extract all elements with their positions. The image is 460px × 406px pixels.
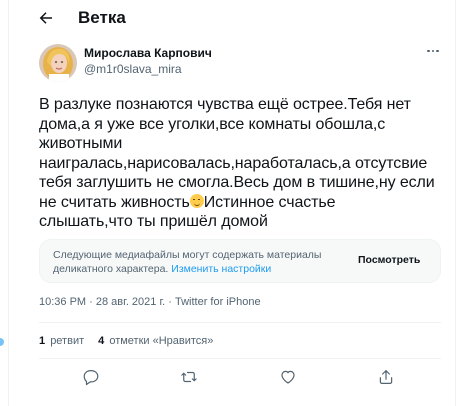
tweet-line: В разлуке познаются чувства ещё острее.Т… [39, 96, 411, 113]
tweet-text: В разлуке познаются чувства ещё острее.Т… [39, 95, 447, 232]
retweets-stat[interactable]: 1 ретвит [39, 335, 84, 347]
tweet-line-part: не считать живность [39, 193, 190, 211]
sensitive-text-line2: деликатного характера. [53, 263, 169, 275]
author-name[interactable]: Мирослава Карпович [84, 46, 212, 60]
tweet-line: слышать,что ты пришёл домой [39, 213, 268, 230]
sensitive-text-line1: Следующие медиафайлы могут содержать мат… [53, 249, 322, 261]
tweet-line-with-emoji: не считать живность Истинное счастье [39, 193, 447, 213]
share-icon[interactable] [377, 368, 397, 388]
sensitive-media-warning: Следующие медиафайлы могут содержать мат… [39, 239, 441, 283]
more-dot [427, 49, 430, 53]
more-options-icon[interactable] [427, 46, 441, 56]
sensitive-warning-text: Следующие медиафайлы могут содержать мат… [53, 248, 353, 276]
likes-count: 4 [98, 335, 105, 347]
tweet-line: животными [39, 135, 123, 152]
author-handle[interactable]: @m1r0slava_mira [84, 62, 182, 76]
arrow-left-icon[interactable] [37, 9, 55, 27]
column-border-left [8, 0, 9, 406]
tweet-line: наигралась,нарисовалась,наработалась,а о… [39, 154, 428, 172]
tweet-line-part: Истинное счастье [203, 193, 336, 211]
change-settings-link[interactable]: Изменить настройки [171, 263, 271, 275]
like-icon[interactable] [279, 368, 299, 388]
relieved-face-emoji-icon [189, 193, 204, 208]
meta-separator: · [89, 296, 93, 308]
meta-separator: · [168, 296, 172, 308]
retweets-label: ретвит [50, 335, 85, 347]
tweet-source[interactable]: Twitter for iPhone [175, 296, 261, 308]
tweet-time[interactable]: 10:36 PM [39, 296, 86, 308]
divider [39, 322, 441, 323]
retweets-count: 1 [39, 335, 46, 347]
view-media-button[interactable]: Посмотреть [358, 254, 420, 266]
tweet-date[interactable]: 28 авг. 2021 г. [96, 296, 165, 308]
tweet-stats: 1 ретвит 4 отметки «Нравится» [39, 335, 213, 347]
likes-label: отметки «Нравится» [109, 335, 214, 347]
thread-header: Ветка [9, 0, 455, 36]
retweet-icon[interactable] [180, 368, 200, 388]
divider [39, 358, 441, 359]
tweet-line: дома,а я уже все уголки,все комнаты обош… [39, 115, 386, 133]
more-dot [431, 49, 434, 53]
tweet-meta: 10:36 PM · 28 авг. 2021 г. · Twitter for… [39, 296, 261, 308]
more-dot [436, 49, 439, 53]
tweet-actions [39, 360, 441, 398]
column-border-right [455, 0, 456, 406]
likes-stat[interactable]: 4 отметки «Нравится» [98, 335, 213, 347]
tweet-line: тебя заглушить не смогла.Весь дом в тиши… [39, 174, 435, 191]
page-title: Ветка [78, 8, 126, 27]
reply-icon[interactable] [82, 368, 102, 388]
avatar[interactable] [39, 44, 77, 82]
